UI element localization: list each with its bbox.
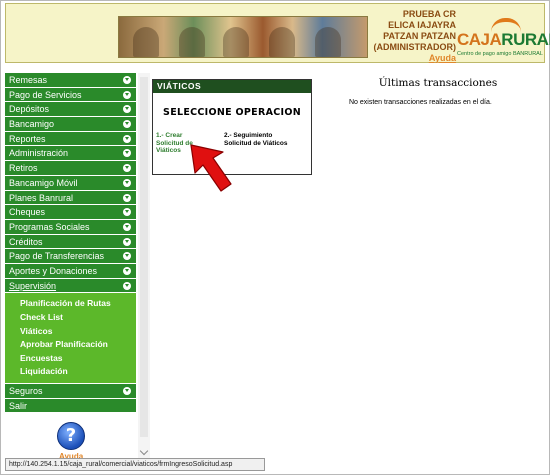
user-line: PATZAN PATZAN [383,31,456,41]
expand-icon [123,90,131,99]
sidebar-menu: Remesas Pago de Servicios Depósitos Banc… [5,73,136,414]
scrollbar-thumb[interactable] [140,77,148,437]
submenu-item-liquidacion[interactable]: Liquidación [20,365,136,379]
sidebar-item-seguros[interactable]: Seguros [5,383,136,399]
sidebar-item-depositos[interactable]: Depósitos [5,102,136,118]
sidebar-item-cheques[interactable]: Cheques [5,205,136,220]
sidebar-item-remesas[interactable]: Remesas [5,73,136,88]
expand-icon [123,281,131,290]
header-help-link[interactable]: Ayuda [372,53,456,64]
transactions-title: Últimas transacciones [378,77,498,89]
sidebar-item-creditos[interactable]: Créditos [5,234,136,250]
submenu-item-viaticos[interactable]: Viáticos [20,325,136,339]
user-line: ELICA IAJAYRA [388,20,456,30]
submenu-item-aprobar-planificacion[interactable]: Aprobar Planificación [20,338,136,352]
status-bar-url: http://140.254.1.15/caja_rural/comercial… [5,458,265,471]
sidebar-item-planes-banrural[interactable]: Planes Banrural [5,190,136,206]
cajarural-logo: CAJARURAL Centro de pago amigo BANRURAL [457,18,550,60]
expand-icon [123,222,131,231]
expand-icon [123,178,131,187]
sidebar-item-retiros[interactable]: Retiros [5,161,136,176]
user-info: PRUEBA CR ELICA IAJAYRA PATZAN PATZAN (A… [372,9,457,64]
sidebar-item-administracion[interactable]: Administración [5,146,136,162]
supervision-submenu: Planificación de Rutas Check List Viátic… [5,293,136,384]
question-mark-icon[interactable]: ? [57,422,85,450]
user-line: PRUEBA CR [402,9,456,19]
sidebar-item-pago-servicios[interactable]: Pago de Servicios [5,87,136,103]
expand-icon [123,120,131,129]
panel-heading: SELECCIONE OPERACION [163,107,301,118]
submenu-item-check-list[interactable]: Check List [20,311,136,325]
logo-tagline: Centro de pago amigo BANRURAL [457,51,543,57]
expand-icon [123,134,131,143]
sidebar-item-aportes-donaciones[interactable]: Aportes y Donaciones [5,263,136,279]
scroll-down-icon[interactable] [139,446,149,456]
expand-icon [123,208,131,217]
header-photo [118,16,368,58]
browser-window: PRUEBA CR ELICA IAJAYRA PATZAN PATZAN (A… [0,0,550,475]
logo-wordmark: CAJARURAL [457,30,550,49]
expand-icon [123,266,131,275]
user-line: (ADMINISTRADOR) [373,42,457,52]
sidebar-item-supervision[interactable]: Supervisión [5,278,136,294]
expand-icon [123,252,131,261]
transactions-empty-message: No existen transacciones realizadas en e… [349,99,492,106]
submenu-item-encuestas[interactable]: Encuestas [20,352,136,366]
red-pointer-arrow-icon [190,144,232,192]
submenu-item-planificacion-rutas[interactable]: Planificación de Rutas [20,297,136,311]
sidebar-item-bancamigo[interactable]: Bancamigo [5,117,136,132]
expand-icon [123,386,131,395]
expand-icon [123,76,131,84]
expand-icon [123,237,131,246]
sidebar-item-reportes[interactable]: Reportes [5,131,136,147]
header-banner: PRUEBA CR ELICA IAJAYRA PATZAN PATZAN (A… [5,3,550,64]
expand-icon [123,105,131,114]
sidebar-item-salir[interactable]: Salir [5,398,136,414]
expand-icon [123,193,131,202]
vertical-scrollbar[interactable] [138,73,150,458]
expand-icon [123,149,131,158]
sidebar-item-pago-transferencias[interactable]: Pago de Transferencias [5,249,136,264]
expand-icon [123,164,131,173]
sidebar-item-bancamigo-movil[interactable]: Bancamigo Móvil [5,175,136,191]
sidebar-item-programas-sociales[interactable]: Programas Sociales [5,219,136,235]
panel-title: VIÁTICOS [153,80,311,93]
